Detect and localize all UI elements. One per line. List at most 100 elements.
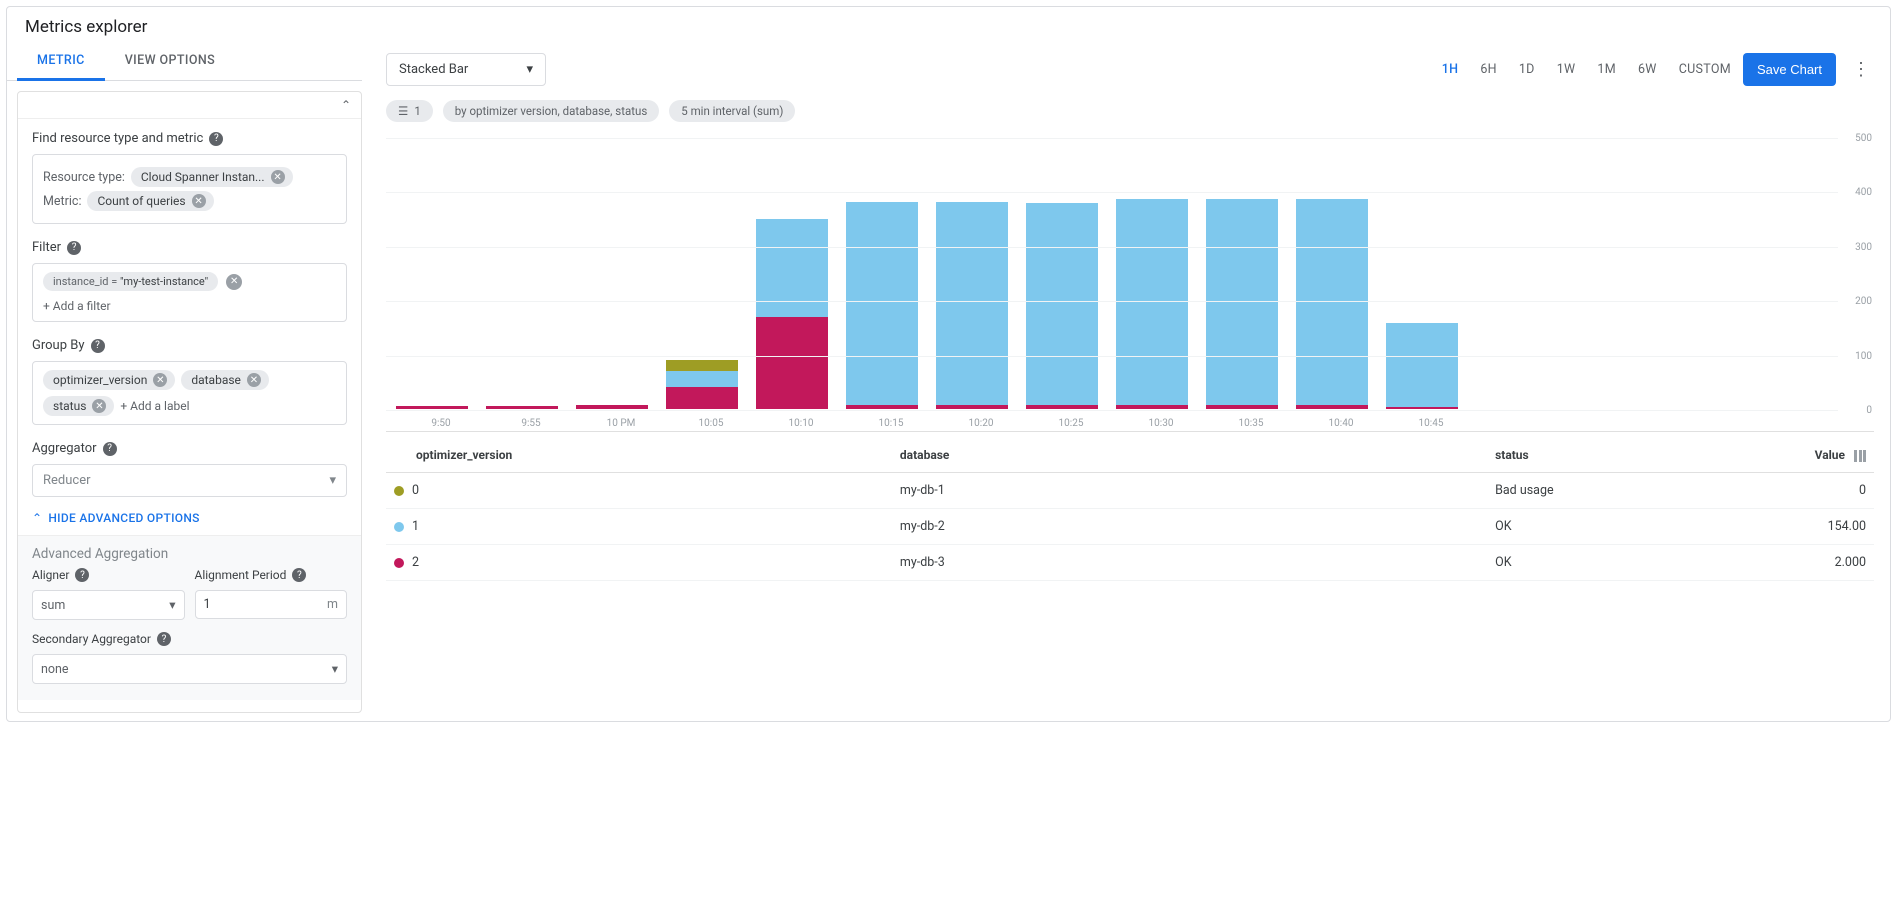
group-chip-status[interactable]: status✕ [43,396,114,416]
tab-view-options[interactable]: VIEW OPTIONS [105,43,235,80]
group-by-box: optimizer_version ✕ database✕ status✕ + A… [32,361,347,425]
legend-row[interactable]: 0my-db-1Bad usage0 [386,473,1874,509]
secondary-col: Secondary Aggregator ? none ▾ [32,632,347,684]
group-by-label: Group By ? [32,338,347,353]
period-col: Alignment Period ? 1 m [195,568,348,620]
add-filter-link[interactable]: + Add a filter [43,299,336,313]
series-count-pill[interactable]: ☰ 1 [386,100,433,122]
period-label-text: Alignment Period [195,568,287,582]
y-tick-label: 500 [1855,133,1872,144]
close-icon[interactable]: ✕ [153,373,167,387]
close-icon[interactable]: ✕ [92,399,106,413]
aligner-select[interactable]: sum ▾ [32,590,185,620]
bar-segment [846,405,918,409]
close-icon[interactable]: ✕ [226,274,242,290]
bar-column[interactable] [1116,199,1188,409]
help-icon[interactable]: ? [209,132,223,146]
legend-header-val[interactable]: Value [1725,438,1874,473]
chevron-down-icon: ▾ [329,473,336,488]
group-by-section: Group By ? optimizer_version ✕ database✕ … [18,326,361,429]
chart-bars [396,138,1818,409]
bar-segment [666,387,738,409]
help-icon[interactable]: ? [67,241,81,255]
range-6w[interactable]: 6W [1638,62,1657,77]
save-chart-button[interactable]: Save Chart [1743,53,1836,86]
legend-header-st[interactable]: status [1487,438,1725,473]
aggregator-section: Aggregator ? Reducer ▾ [18,429,361,501]
find-metric-label-text: Find resource type and metric [32,131,203,146]
range-1d[interactable]: 1D [1519,62,1535,77]
filter-label: Filter ? [32,240,347,255]
range-6h[interactable]: 6H [1480,62,1497,77]
hide-advanced-toggle[interactable]: ⌃ HIDE ADVANCED OPTIONS [18,501,361,535]
range-1w[interactable]: 1W [1557,62,1576,77]
metric-chip[interactable]: Count of queries ✕ [87,191,213,211]
add-label-link[interactable]: + Add a label [120,399,189,413]
aggregator-select[interactable]: Reducer ▾ [32,464,347,497]
bar-column[interactable] [576,405,648,409]
group-chip-optimizer-version[interactable]: optimizer_version ✕ [43,370,175,390]
x-tick-label: 9:55 [486,418,576,429]
bar-column[interactable] [1386,323,1458,409]
close-icon[interactable]: ✕ [271,170,285,184]
legend-row[interactable]: 2my-db-3OK2.000 [386,545,1874,581]
y-gridline: 500 [386,138,1838,139]
range-1m[interactable]: 1M [1597,62,1616,77]
bar-segment [576,405,648,409]
aggregator-value: Reducer [43,473,91,488]
bar-segment [1116,405,1188,409]
bar-column[interactable] [396,406,468,409]
resource-type-label: Resource type: [43,170,125,185]
bar-segment [1296,405,1368,409]
resource-type-value: Cloud Spanner Instan... [141,170,265,184]
help-icon[interactable]: ? [157,632,171,646]
help-icon[interactable]: ? [103,442,117,456]
chip-text: optimizer_version [53,373,147,387]
bar-segment [846,202,918,404]
series-count: 1 [414,104,420,118]
filter-label-text: Filter [32,240,61,255]
help-icon[interactable]: ? [292,568,306,582]
x-tick-label: 10:10 [756,418,846,429]
bar-column[interactable] [1026,203,1098,409]
help-icon[interactable]: ? [75,568,89,582]
columns-icon[interactable] [1854,450,1866,462]
secondary-label-text: Secondary Aggregator [32,632,151,646]
bar-column[interactable] [1296,199,1368,409]
y-tick-label: 200 [1855,296,1872,307]
range-custom[interactable]: CUSTOM [1679,62,1731,77]
legend-header-db[interactable]: database [892,438,1487,473]
bar-column[interactable] [846,202,918,409]
filter-chip[interactable]: instance_id = "my-test-instance" [43,272,218,291]
close-icon[interactable]: ✕ [247,373,261,387]
group-chip-database[interactable]: database✕ [181,370,269,390]
collapse-caret-icon[interactable]: ⌃ [341,98,351,112]
legend-row[interactable]: 1my-db-2OK154.00 [386,509,1874,545]
period-input[interactable]: 1 m [195,590,348,619]
legend-header-row: optimizer_version database status Value [386,438,1874,473]
close-icon[interactable]: ✕ [192,194,206,208]
secondary-select[interactable]: none ▾ [32,654,347,684]
y-gridline: 0 [386,410,1838,411]
range-1h[interactable]: 1H [1442,62,1459,77]
group-pill[interactable]: by optimizer version, database, status [443,100,659,122]
chevron-down-icon: ▾ [332,661,338,677]
interval-pill[interactable]: 5 min interval (sum) [669,100,795,122]
legend-header-ov[interactable]: optimizer_version [386,438,892,473]
y-gridline: 300 [386,247,1838,248]
resource-type-chip[interactable]: Cloud Spanner Instan... ✕ [131,167,293,187]
help-icon[interactable]: ? [91,339,105,353]
bar-segment [936,202,1008,404]
metric-value: Count of queries [97,194,185,208]
bar-column[interactable] [1206,199,1278,409]
bar-segment [1206,405,1278,409]
bar-column[interactable] [666,360,738,409]
bar-column[interactable] [936,202,1008,409]
chart-type-select[interactable]: Stacked Bar ▾ [386,53,546,86]
bar-segment [1026,405,1098,409]
overflow-menu-icon[interactable]: ⋮ [1848,59,1874,80]
tab-metric[interactable]: METRIC [17,43,105,81]
aligner-col: Aligner ? sum ▾ [32,568,185,620]
bar-column[interactable] [486,406,558,409]
group-by-label-text: Group By [32,338,85,353]
